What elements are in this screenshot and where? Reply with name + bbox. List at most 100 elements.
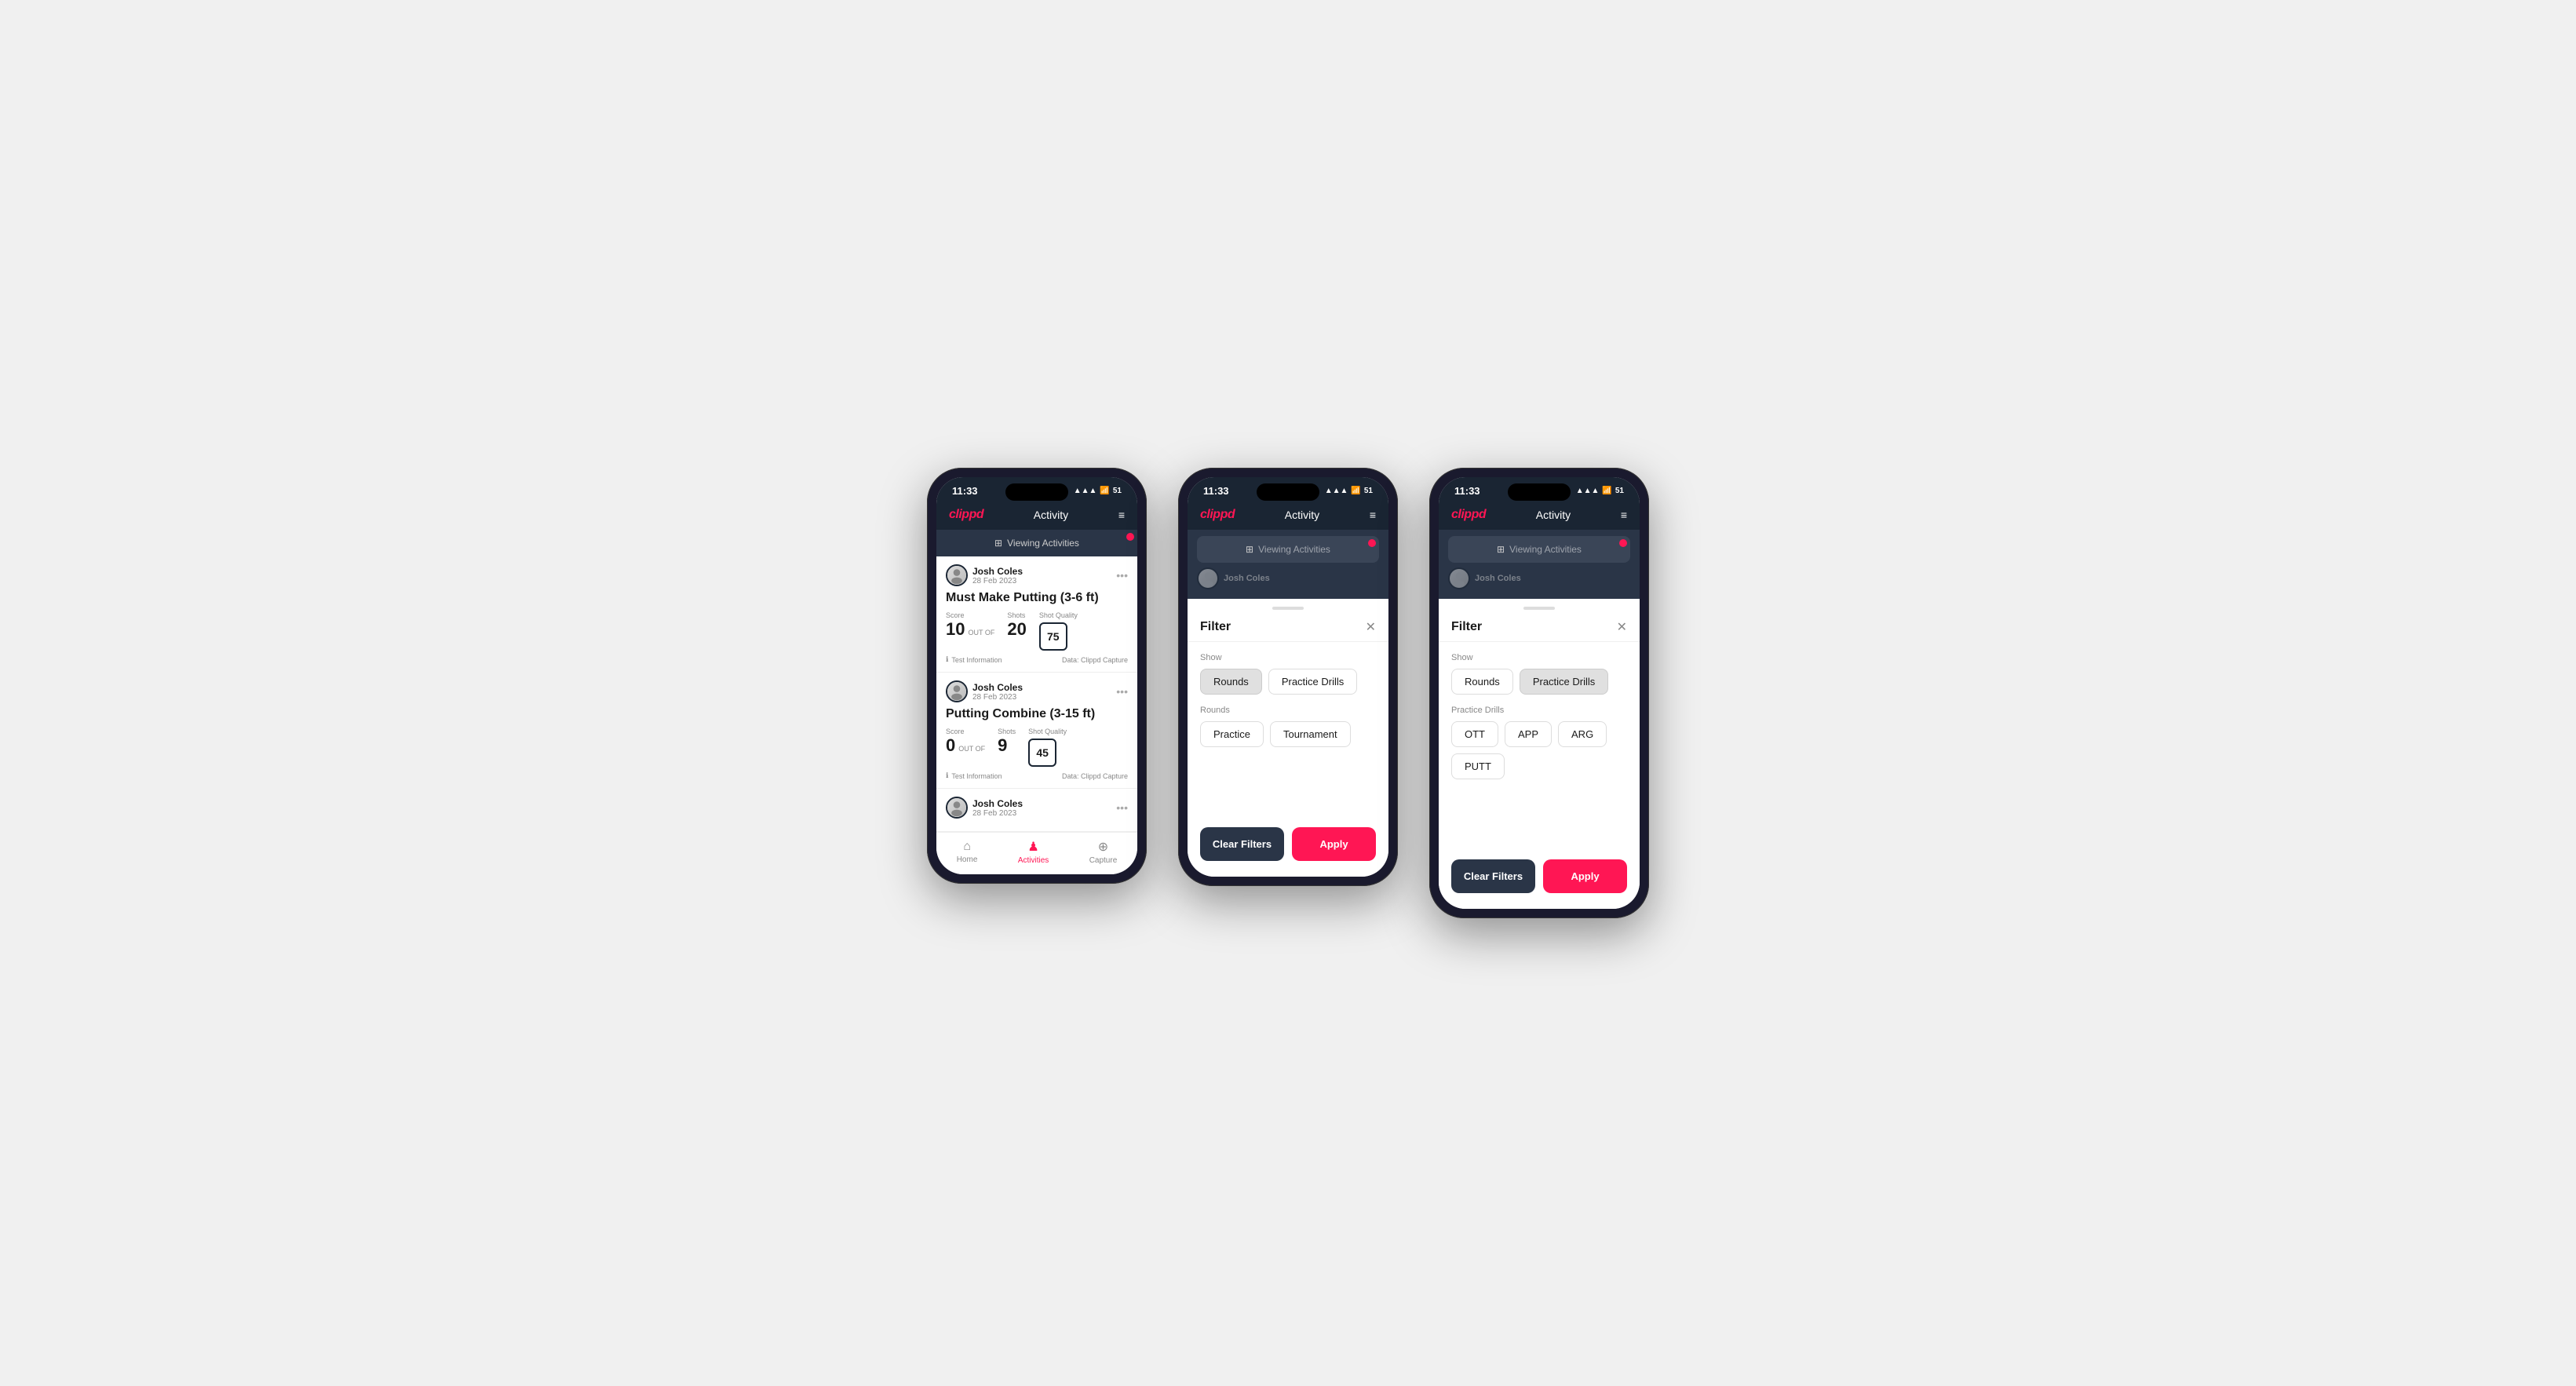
score-label-2: Score (946, 728, 985, 735)
clear-filters-btn-3[interactable]: Clear Filters (1451, 859, 1535, 893)
practice-round-btn-2[interactable]: Practice (1200, 721, 1264, 747)
score-value-row-1: 10 OUT OF (946, 619, 994, 640)
test-info-text-2: Test Information (951, 772, 1002, 780)
bottom-nav-1: ⌂ Home ♟ Activities ⊕ Capture (936, 832, 1137, 874)
rounds-show-btn-3[interactable]: Rounds (1451, 669, 1513, 695)
test-info-2: ℹ Test Information (946, 771, 1002, 780)
card-menu-1[interactable]: ••• (1116, 569, 1128, 582)
dim-avatar-img-3 (1450, 569, 1469, 588)
hamburger-menu-2[interactable]: ≡ (1370, 509, 1376, 521)
drills-label-3: Practice Drills (1451, 706, 1627, 715)
user-name-3: Josh Coles (972, 798, 1023, 809)
show-buttons-2: Rounds Practice Drills (1200, 669, 1376, 695)
shot-quality-block-1: Shot Quality 75 (1039, 611, 1078, 651)
signal-icon-2: ▲▲▲ (1325, 487, 1348, 495)
dynamic-island-2 (1257, 483, 1319, 501)
dim-avatar-img-2 (1199, 569, 1217, 588)
viewing-label-dim-3: Viewing Activities (1509, 544, 1582, 555)
show-buttons-3: Rounds Practice Drills (1451, 669, 1627, 695)
putt-btn-3[interactable]: PUTT (1451, 753, 1505, 779)
shots-label-1: Shots (1007, 611, 1026, 619)
hamburger-menu-1[interactable]: ≡ (1118, 509, 1125, 521)
drills-buttons-3: OTT APP ARG PUTT (1451, 721, 1627, 779)
sheet-title-2: Filter (1200, 620, 1231, 634)
user-details-2: Josh Coles 28 Feb 2023 (972, 682, 1023, 702)
viewing-banner-dim-3: ⊞ Viewing Activities (1448, 536, 1630, 563)
rounds-show-btn-2[interactable]: Rounds (1200, 669, 1262, 695)
card-header-3: Josh Coles 28 Feb 2023 ••• (946, 797, 1128, 819)
user-details-3: Josh Coles 28 Feb 2023 (972, 798, 1023, 818)
close-filter-3[interactable]: ✕ (1617, 619, 1627, 635)
time-1: 11:33 (952, 485, 978, 497)
shots-value-2: 9 (998, 735, 1016, 756)
battery-icon-3: 51 (1615, 487, 1624, 495)
activity-card-2: Josh Coles 28 Feb 2023 ••• Putting Combi… (936, 673, 1137, 789)
sheet-footer-2: Clear Filters Apply (1188, 816, 1388, 877)
nav-capture-1[interactable]: ⊕ Capture (1089, 839, 1118, 865)
score-value-1: 10 (946, 619, 965, 640)
arg-btn-3[interactable]: ARG (1558, 721, 1607, 747)
logo-2: clippd (1200, 508, 1235, 522)
shot-quality-label-1: Shot Quality (1039, 611, 1078, 619)
dynamic-island-3 (1508, 483, 1571, 501)
tournament-round-btn-2[interactable]: Tournament (1270, 721, 1351, 747)
avatar-1 (946, 564, 968, 586)
signal-icon-1: ▲▲▲ (1074, 487, 1097, 495)
wifi-icon-3: 📶 (1602, 487, 1611, 495)
user-date-2: 28 Feb 2023 (972, 693, 1023, 702)
filter-body-2: Show Rounds Practice Drills Rounds Pract… (1188, 642, 1388, 769)
activity-title-2: Putting Combine (3-15 ft) (946, 707, 1128, 721)
card-menu-2[interactable]: ••• (1116, 685, 1128, 698)
nav-title-1: Activity (1034, 509, 1068, 521)
nav-activities-1[interactable]: ♟ Activities (1018, 839, 1049, 865)
dynamic-island-1 (1005, 483, 1068, 501)
notification-dot-1 (1126, 533, 1134, 541)
close-filter-2[interactable]: ✕ (1366, 619, 1376, 635)
card-header-2: Josh Coles 28 Feb 2023 ••• (946, 680, 1128, 702)
nav-title-3: Activity (1536, 509, 1571, 521)
viewing-label-1: Viewing Activities (1007, 538, 1079, 549)
apply-btn-3[interactable]: Apply (1543, 859, 1627, 893)
data-info-2: Data: Clippd Capture (1062, 772, 1128, 780)
viewing-banner-1[interactable]: ⊞ Viewing Activities (936, 530, 1137, 556)
app-btn-3[interactable]: APP (1505, 721, 1552, 747)
status-icons-2: ▲▲▲ 📶 51 (1325, 487, 1373, 495)
logo-3: clippd (1451, 508, 1486, 522)
status-bar-3: 11:33 ▲▲▲ 📶 51 (1439, 477, 1640, 502)
user-date-1: 28 Feb 2023 (972, 577, 1023, 585)
stats-row-2: Score 0 OUT OF Shots 9 Shot Quality 45 (946, 728, 1128, 767)
phone-3-screen: 11:33 ▲▲▲ 📶 51 clippd Activity ≡ ⊞ Viewi… (1439, 477, 1640, 909)
activities-icon-1: ♟ (1027, 839, 1038, 855)
avatar-2 (946, 680, 968, 702)
nav-home-1[interactable]: ⌂ Home (957, 840, 978, 864)
shots-block-1: Shots 20 (1007, 611, 1026, 640)
status-icons-1: ▲▲▲ 📶 51 (1074, 487, 1122, 495)
sheet-title-3: Filter (1451, 620, 1482, 634)
card-menu-3[interactable]: ••• (1116, 801, 1128, 814)
status-bar-2: 11:33 ▲▲▲ 📶 51 (1188, 477, 1388, 502)
apply-btn-2[interactable]: Apply (1292, 827, 1376, 861)
signal-icon-3: ▲▲▲ (1576, 487, 1600, 495)
shot-quality-label-2: Shot Quality (1028, 728, 1067, 735)
show-label-3: Show (1451, 653, 1627, 662)
dim-background-3: ⊞ Viewing Activities Josh Coles (1439, 530, 1640, 599)
shots-block-2: Shots 9 (998, 728, 1016, 756)
notification-dot-dim-3 (1619, 539, 1627, 547)
clear-filters-btn-2[interactable]: Clear Filters (1200, 827, 1284, 861)
user-details-1: Josh Coles 28 Feb 2023 (972, 566, 1023, 585)
hamburger-menu-3[interactable]: ≡ (1621, 509, 1627, 521)
ott-btn-3[interactable]: OTT (1451, 721, 1498, 747)
activities-label-1: Activities (1018, 856, 1049, 865)
practice-drills-show-btn-2[interactable]: Practice Drills (1268, 669, 1357, 695)
card-footer-1: ℹ Test Information Data: Clippd Capture (946, 655, 1128, 664)
user-info-1: Josh Coles 28 Feb 2023 (946, 564, 1023, 586)
user-info-3: Josh Coles 28 Feb 2023 (946, 797, 1023, 819)
shot-quality-badge-1: 75 (1039, 622, 1067, 651)
card-header-1: Josh Coles 28 Feb 2023 ••• (946, 564, 1128, 586)
dim-avatar-2 (1197, 567, 1219, 589)
practice-drills-show-btn-3[interactable]: Practice Drills (1520, 669, 1608, 695)
shots-label-2: Shots (998, 728, 1016, 735)
dim-user-name-3: Josh Coles (1475, 574, 1521, 583)
status-icons-3: ▲▲▲ 📶 51 (1576, 487, 1624, 495)
out-of-1: OUT OF (968, 629, 994, 636)
